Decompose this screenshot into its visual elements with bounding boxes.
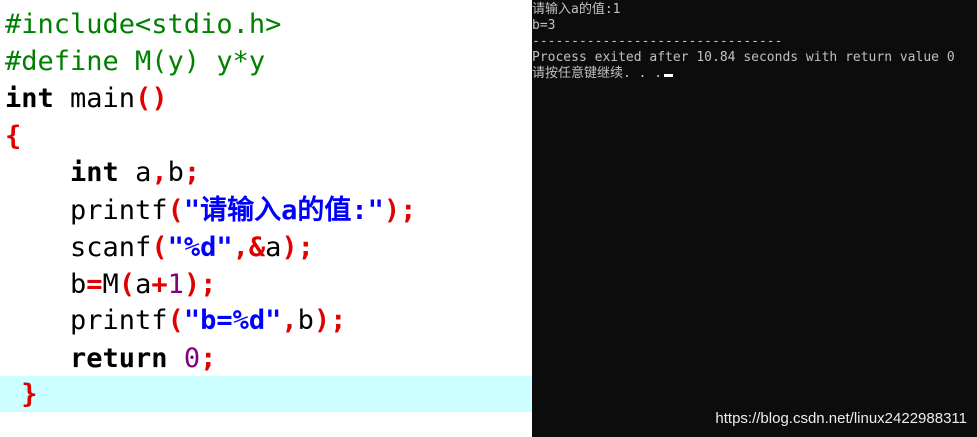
code-token: } bbox=[21, 379, 38, 410]
code-token: int bbox=[5, 83, 54, 114]
current-line-highlight bbox=[0, 376, 532, 412]
code-token: ); bbox=[183, 269, 217, 300]
code-token: scanf bbox=[5, 232, 152, 263]
code-line[interactable]: printf("请输入a的值:"); bbox=[5, 192, 416, 229]
code-token: ( bbox=[151, 232, 168, 263]
code-token: b bbox=[167, 157, 184, 188]
code-editor[interactable]: #include<stdio.h> #define M(y) y*y int mai… bbox=[0, 0, 532, 437]
code-token: "%d" bbox=[167, 232, 233, 263]
code-line[interactable]: printf("b=%d",b); bbox=[5, 302, 346, 339]
console-line: b=3 bbox=[532, 18, 556, 33]
code-token: ( bbox=[118, 269, 136, 300]
code-token: #include<stdio.h> bbox=[5, 9, 282, 40]
watermark-text: https://blog.csdn.net/linux2422988311 bbox=[715, 410, 967, 427]
code-line[interactable]: b=M(a+1); bbox=[5, 266, 216, 303]
console-cursor bbox=[664, 74, 674, 77]
code-token: a bbox=[118, 157, 152, 188]
code-token: , bbox=[151, 157, 168, 188]
code-token: ,& bbox=[232, 232, 266, 263]
code-line[interactable]: #include<stdio.h> bbox=[5, 6, 281, 43]
code-token: ); bbox=[313, 305, 347, 336]
code-token: a bbox=[265, 232, 282, 263]
code-token: a bbox=[135, 269, 152, 300]
code-token: ( bbox=[167, 305, 184, 336]
code-token: "b=%d" bbox=[183, 305, 282, 336]
code-line[interactable]: int a,b; bbox=[5, 154, 200, 191]
code-token: b bbox=[297, 305, 314, 336]
code-token: printf bbox=[5, 305, 168, 336]
code-token: int bbox=[70, 157, 119, 188]
code-token: b bbox=[5, 269, 87, 300]
code-line[interactable]: #define M(y) y*y bbox=[5, 43, 265, 80]
console-line: 请按任意键继续. . . bbox=[532, 66, 674, 82]
code-token: ; bbox=[183, 157, 201, 188]
console-window[interactable]: 请输入a的值:1 b=3 -----------------------------… bbox=[532, 0, 977, 437]
code-token: 0 bbox=[183, 343, 201, 374]
code-token: ( bbox=[167, 195, 184, 226]
console-line: Process exited after 10.84 seconds with … bbox=[532, 50, 955, 65]
code-token: printf bbox=[5, 195, 168, 226]
code-token: { bbox=[5, 121, 22, 152]
code-token: + bbox=[151, 269, 168, 300]
code-token: #define M(y) y*y bbox=[5, 46, 266, 77]
code-line[interactable]: scanf("%d",&a); bbox=[5, 229, 314, 266]
code-token: , bbox=[281, 305, 298, 336]
code-line[interactable]: return 0; bbox=[5, 340, 216, 377]
code-token: () bbox=[135, 83, 168, 114]
code-token: ; bbox=[200, 343, 217, 374]
code-line[interactable]: } bbox=[5, 376, 38, 413]
code-token: M bbox=[102, 269, 119, 300]
code-token: main bbox=[53, 83, 136, 114]
code-token: return bbox=[70, 343, 168, 374]
code-token: ); bbox=[383, 195, 417, 226]
code-token: 1 bbox=[167, 269, 184, 300]
console-line: 请输入a的值:1 bbox=[532, 2, 621, 17]
code-line[interactable]: { bbox=[5, 118, 21, 155]
code-token: ); bbox=[281, 232, 314, 263]
code-line[interactable]: int main() bbox=[5, 80, 168, 117]
console-line: -------------------------------- bbox=[532, 34, 783, 49]
code-token: = bbox=[86, 269, 103, 300]
code-token: "请输入a的值:" bbox=[183, 195, 384, 226]
